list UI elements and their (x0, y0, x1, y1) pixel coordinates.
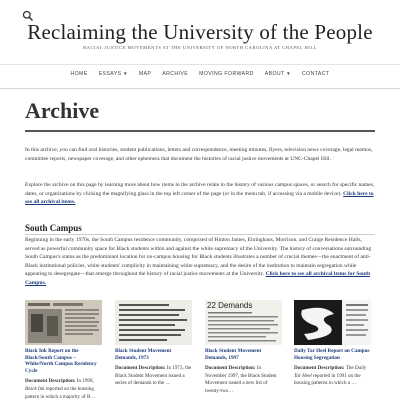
card-thumbnail[interactable]: 22 Demands (205, 300, 282, 345)
section-heading: South Campus (25, 223, 82, 233)
archive-card[interactable]: Daily Tar Heel Report on Campus Housing … (294, 300, 371, 388)
archive-card[interactable]: 22 Demands Black Student Movement Demand… (205, 300, 282, 396)
header-divider (0, 88, 400, 89)
card-title[interactable]: Black Student Movement Demands, 1997 (205, 348, 282, 361)
nav-home[interactable]: Home (71, 71, 88, 77)
typed-document-image (208, 312, 278, 342)
card-title[interactable]: Daily Tar Heel Report on Campus Housing … (294, 348, 371, 361)
explore-paragraph: Explore the archive on this page by lear… (25, 182, 375, 206)
archive-card[interactable]: Black Ink Report on the Black/South Camp… (25, 300, 102, 400)
card-title[interactable]: Black Student Movement Demands, 1973 (115, 348, 192, 361)
nav-archive[interactable]: Archive (162, 71, 188, 77)
section-body: Beginning in the early 1970s, the South … (25, 237, 372, 286)
newspaper-photo-image (25, 300, 102, 345)
main-nav: Home Essays ▼ Map Archive Moving Forward … (0, 64, 400, 82)
intro-paragraph: In this archive, you can find oral histo… (25, 147, 373, 162)
nav-moving-forward[interactable]: Moving Forward (199, 71, 254, 77)
card-title[interactable]: Black Ink Report on the Black/South Camp… (25, 348, 102, 374)
nav-contact[interactable]: Contact (302, 71, 330, 77)
card-description: Document Description: In 1973, the Black… (115, 365, 192, 387)
card-thumbnail[interactable] (294, 300, 371, 345)
archive-card[interactable]: Black Student Movement Demands, 1973 Doc… (115, 300, 192, 388)
nav-essays[interactable]: Essays ▼ (99, 71, 128, 77)
typed-document-image (115, 300, 192, 345)
chevron-down-icon: ▼ (286, 70, 291, 76)
nav-map[interactable]: Map (139, 71, 151, 77)
card-thumbnail[interactable] (115, 300, 192, 345)
card-description: Document Description: In November 1997, … (205, 365, 277, 394)
card-thumbnail[interactable] (25, 300, 102, 345)
card-description: Document Description: The Daily Tar Heel… (294, 365, 367, 387)
title-divider (25, 130, 375, 132)
site-title[interactable]: Reclaiming the University of the People (0, 20, 400, 45)
newspaper-graphic-image (294, 300, 371, 345)
card-description: Document Description: In 1990, Black Ink… (25, 378, 96, 400)
chevron-down-icon: ▼ (122, 70, 128, 76)
section-divider (25, 234, 375, 235)
site-tagline: Racial justice movements at the Universi… (83, 45, 317, 50)
page-title: Archive (25, 98, 100, 123)
nav-about[interactable]: About ▼ (265, 71, 291, 77)
